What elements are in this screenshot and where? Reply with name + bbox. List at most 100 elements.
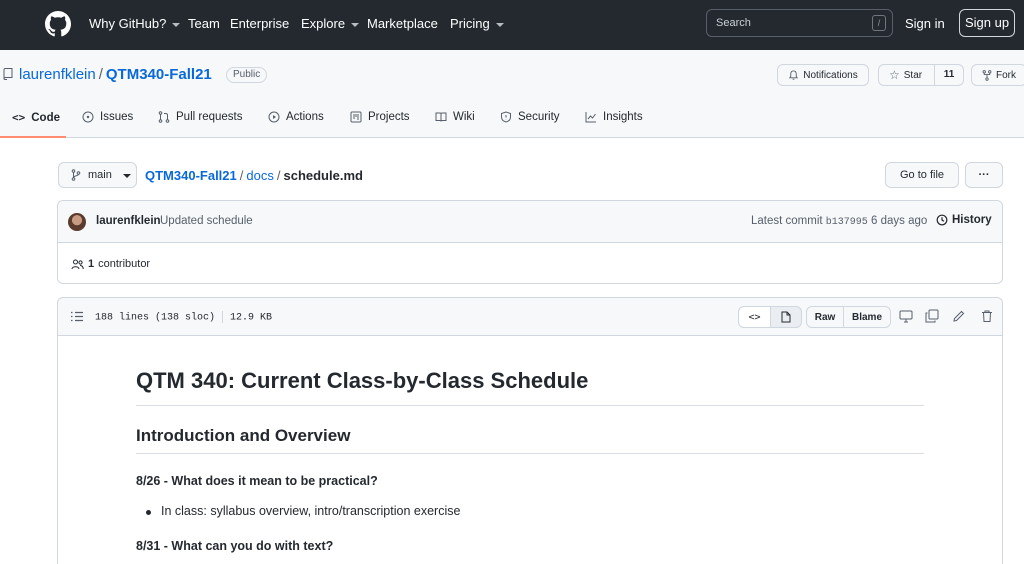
nav-team[interactable]: Team — [188, 16, 220, 31]
star-count[interactable]: 11 — [934, 64, 963, 86]
blame-button[interactable]: Blame — [843, 306, 891, 328]
heading-divider — [136, 453, 924, 454]
breadcrumb-separator: / — [239, 168, 244, 183]
breadcrumb-docs-link[interactable]: docs — [246, 168, 273, 183]
go-to-file-label: Go to file — [899, 169, 945, 181]
raw-button[interactable]: Raw — [806, 306, 844, 328]
avatar[interactable] — [68, 213, 86, 231]
tab-insights[interactable]: Insights — [585, 111, 643, 123]
display-rendered-button[interactable] — [770, 306, 802, 328]
class-session-heading: 8/26 - What does it mean to be practical… — [136, 474, 378, 488]
bell-icon — [789, 69, 799, 80]
repo-owner-link[interactable]: laurenfklein — [19, 66, 96, 83]
nav-why-github[interactable]: Why GitHub? — [89, 16, 181, 31]
list-item-text: In class: syllabus overview, intro/trans… — [161, 504, 461, 518]
star-icon: ☆ — [889, 68, 900, 82]
history-link[interactable]: History — [936, 214, 992, 226]
sign-in-link[interactable]: Sign in — [905, 16, 945, 31]
tab-security-label: Security — [518, 111, 560, 123]
repo-title: laurenfklein / QTM340-Fall21 — [19, 66, 212, 83]
raw-label: Raw — [814, 311, 836, 323]
display-source-button[interactable]: <> — [738, 306, 771, 328]
file-header: 188 lines (138 sloc) 12.9 KB <> Raw Blame — [58, 298, 1002, 336]
list-icon[interactable] — [71, 311, 83, 322]
file-size: 12.9 KB — [230, 312, 273, 324]
nav-pricing[interactable]: Pricing — [450, 16, 504, 31]
tab-projects[interactable]: Projects — [350, 111, 410, 123]
pull-request-icon — [158, 111, 170, 123]
notifications-button[interactable]: Notifications — [777, 64, 869, 86]
repo-path-separator: / — [98, 66, 103, 83]
github-logo-icon[interactable] — [45, 11, 71, 37]
tab-projects-label: Projects — [368, 111, 410, 123]
tab-actions[interactable]: Actions — [268, 111, 324, 123]
code-icon: <> — [748, 311, 761, 323]
latest-commit-row: laurenfklein Updated schedule Latest com… — [58, 201, 1002, 243]
visibility-badge: Public — [226, 67, 268, 83]
file-line-count: 188 lines (138 sloc) — [95, 312, 216, 324]
commit-author-link[interactable]: laurenfklein — [96, 215, 161, 227]
kebab-icon: ··· — [978, 169, 990, 181]
tab-issues-label: Issues — [100, 111, 134, 123]
pencil-icon[interactable] — [952, 309, 966, 323]
page-title: QTM 340: Current Class-by-Class Schedule — [136, 368, 589, 393]
play-icon — [268, 111, 280, 123]
section-heading: Introduction and Overview — [136, 426, 351, 445]
fork-button[interactable]: Fork — [971, 64, 1024, 86]
nav-enterprise[interactable]: Enterprise — [230, 16, 289, 31]
repo-header — [0, 50, 1024, 138]
more-options-button[interactable]: ··· — [965, 162, 1003, 188]
commit-box: laurenfklein Updated schedule Latest com… — [57, 200, 1003, 284]
blame-label: Blame — [851, 311, 882, 323]
tab-code[interactable]: <> Code — [12, 111, 60, 124]
commit-message-link[interactable]: Updated schedule — [160, 215, 253, 227]
desktop-icon[interactable] — [899, 309, 913, 323]
history-label: History — [952, 214, 992, 226]
nav-marketplace[interactable]: Marketplace — [367, 16, 438, 31]
latest-commit-label: Latest commit — [751, 215, 823, 227]
star-label: Star — [903, 69, 923, 81]
project-icon — [350, 111, 362, 123]
branch-select-button[interactable]: main — [58, 162, 137, 188]
sign-up-button[interactable]: Sign up — [959, 9, 1015, 37]
tab-actions-label: Actions — [286, 111, 324, 123]
book-icon — [435, 112, 447, 122]
search-placeholder: Search — [716, 17, 751, 29]
nav-explore[interactable]: Explore — [301, 16, 360, 31]
tab-pull-requests-label: Pull requests — [176, 111, 243, 123]
contributor-count: 1 — [88, 258, 95, 270]
graph-icon — [585, 112, 596, 123]
issue-icon — [82, 111, 94, 123]
chevron-down-icon — [122, 174, 131, 178]
trash-icon[interactable] — [980, 309, 994, 323]
tab-wiki[interactable]: Wiki — [435, 111, 475, 123]
repo-name-link[interactable]: QTM340-Fall21 — [106, 66, 212, 83]
go-to-file-button[interactable]: Go to file — [885, 162, 959, 188]
commit-age: 6 days ago — [871, 215, 928, 227]
contributor-label: contributor — [98, 258, 151, 270]
breadcrumb-repo-link[interactable]: QTM340-Fall21 — [145, 168, 237, 183]
copy-icon[interactable] — [925, 309, 939, 323]
fork-icon — [982, 69, 992, 81]
people-icon — [71, 259, 84, 269]
tab-security[interactable]: Security — [500, 111, 560, 123]
search-input[interactable]: Search / — [706, 9, 893, 37]
chevron-down-icon — [351, 22, 360, 27]
active-tab-indicator — [0, 136, 66, 138]
tab-pull-requests[interactable]: Pull requests — [158, 111, 242, 123]
code-icon: <> — [12, 111, 26, 124]
notifications-label: Notifications — [803, 69, 858, 81]
breadcrumb-current-file: schedule.md — [283, 168, 363, 183]
heading-divider — [136, 405, 924, 406]
tab-wiki-label: Wiki — [453, 111, 475, 123]
fork-label: Fork — [996, 69, 1016, 81]
latest-commit-info: Latest commit b137995 6 days ago — [751, 215, 927, 228]
commit-sha-link[interactable]: b137995 — [826, 217, 868, 228]
tab-issues[interactable]: Issues — [82, 111, 133, 123]
chevron-down-icon — [495, 22, 504, 27]
search-shortcut-key: / — [872, 15, 886, 31]
contributors-link[interactable]: 1 contributor — [71, 258, 150, 270]
repo-icon — [3, 68, 13, 80]
chevron-down-icon — [172, 22, 181, 27]
tab-code-label: Code — [31, 111, 60, 124]
